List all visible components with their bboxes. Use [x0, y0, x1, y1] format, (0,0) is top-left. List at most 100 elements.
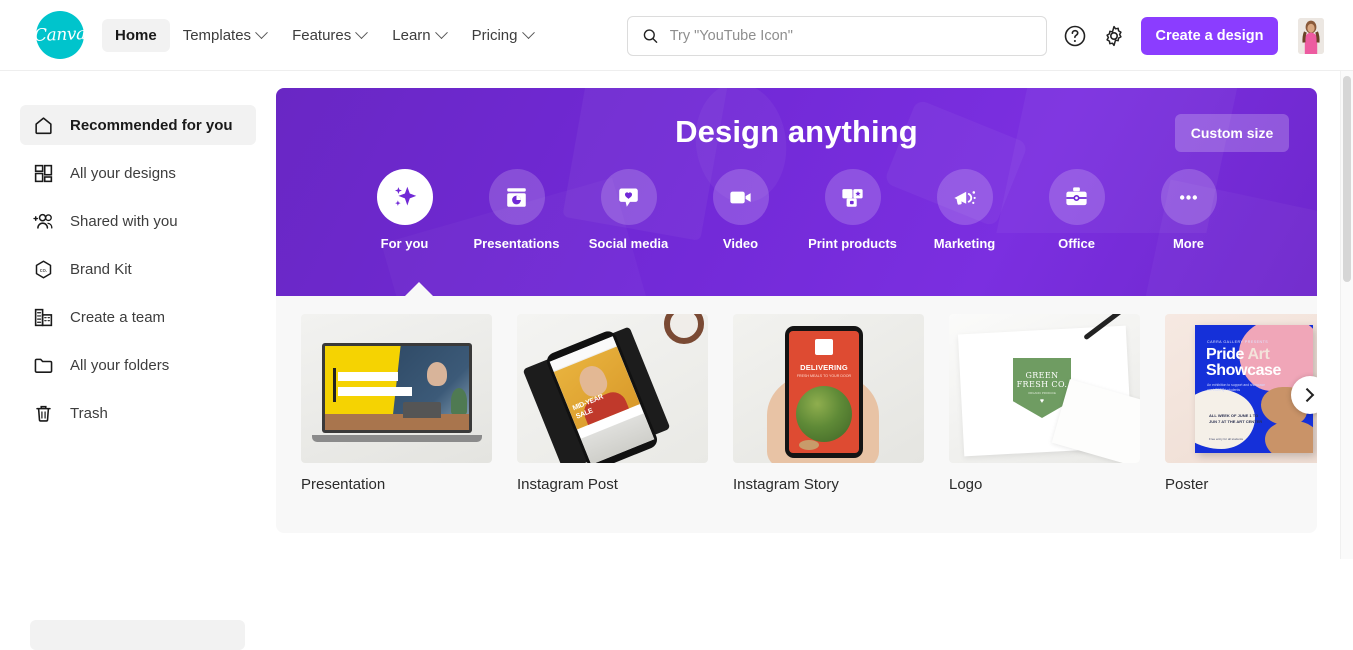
- home-icon: [32, 114, 54, 136]
- nav-item-pricing[interactable]: Pricing: [459, 19, 546, 52]
- laptop-illustration: [322, 343, 472, 433]
- nav-item-templates-label: Templates: [182, 26, 252, 44]
- left-sidebar: Recommended for you All your designs Sha…: [0, 71, 276, 650]
- watch-prop: [664, 314, 704, 344]
- category-tab-label: Presentations: [473, 236, 560, 251]
- sidebar-item-label: Trash: [70, 404, 108, 422]
- category-icon-circle: [600, 169, 657, 225]
- brand-hexagon-icon: co.: [32, 258, 54, 280]
- template-card-label: Presentation: [301, 476, 386, 493]
- canva-logo-text: Canva: [33, 24, 87, 46]
- story-subheadline: FRESH MEALS TO YOUR DOOR: [796, 374, 852, 378]
- sidebar-item-label: All your designs: [70, 164, 176, 182]
- nav-item-learn[interactable]: Learn: [379, 19, 458, 52]
- hero-banner: Design anything Custom size For you Pres…: [276, 88, 1317, 296]
- template-thumbnail: GREEN FRESH CO. ORGANIC PRODUCE ♥: [949, 314, 1140, 463]
- page-scrollbar-thumb[interactable]: [1343, 76, 1351, 282]
- poster-details-secondary: Free entry for all students: [1209, 437, 1244, 441]
- poster-title-word1: Pride: [1206, 346, 1245, 363]
- category-icon-circle: [824, 169, 881, 225]
- sidebar-item-label: All your folders: [70, 356, 170, 374]
- folder-icon: [32, 354, 54, 376]
- custom-size-button[interactable]: Custom size: [1175, 114, 1289, 152]
- template-card-presentation[interactable]: Presentation: [301, 314, 492, 493]
- megaphone-icon: [954, 190, 976, 205]
- template-card-label: Instagram Post: [517, 476, 618, 493]
- sidebar-item-all-your-folders[interactable]: All your folders: [20, 345, 256, 385]
- category-tab-presentations[interactable]: Presentations: [461, 169, 573, 251]
- nav-item-templates[interactable]: Templates: [170, 19, 279, 52]
- sidebar-item-label: Shared with you: [70, 212, 178, 230]
- nav-item-pricing-label: Pricing: [471, 26, 518, 44]
- category-tab-label: Marketing: [933, 236, 996, 251]
- poster-details: ALL WEEK OF JUNE 1 TO JUN 7 AT THE ART C…: [1209, 413, 1263, 425]
- create-a-design-button[interactable]: Create a design: [1141, 17, 1278, 55]
- template-card-label: Logo: [949, 476, 983, 493]
- logo-tagline: ORGANIC PRODUCE: [1028, 391, 1056, 395]
- template-card-logo[interactable]: GREEN FRESH CO. ORGANIC PRODUCE ♥ Logo: [949, 314, 1140, 493]
- logo-text-line1: GREEN: [1025, 371, 1059, 380]
- avatar-image: [1298, 18, 1324, 54]
- chevron-down-icon: [521, 25, 535, 39]
- sidebar-item-create-a-team[interactable]: Create a team: [20, 297, 256, 337]
- category-tab-label: Print products: [808, 236, 897, 251]
- help-circle-icon[interactable]: [1063, 24, 1087, 48]
- ellipsis-icon: [1179, 194, 1198, 200]
- active-tab-pointer: [404, 282, 434, 296]
- nav-item-home[interactable]: Home: [102, 18, 170, 52]
- sidebar-item-label: Brand Kit: [70, 260, 132, 278]
- sidebar-item-shared-with-you[interactable]: Shared with you: [20, 201, 256, 241]
- template-card-instagram-post[interactable]: MID-YEAR SALE Instagram Post: [517, 314, 708, 493]
- template-card-label: Instagram Story: [733, 476, 839, 493]
- presentation-chart-icon: [507, 187, 526, 207]
- template-card-instagram-story[interactable]: DELIVERING FRESH MEALS TO YOUR DOOR Inst…: [733, 314, 924, 493]
- building-icon: [32, 306, 54, 328]
- search-bar[interactable]: [627, 16, 1047, 56]
- chevron-down-icon: [255, 25, 268, 39]
- sidebar-bottom-panel: [30, 620, 245, 650]
- template-card-label: Poster: [1165, 476, 1209, 493]
- briefcase-icon: [1066, 186, 1087, 205]
- chevron-down-icon: [355, 25, 369, 39]
- sparkle-icon: [394, 186, 416, 206]
- nav-item-learn-label: Learn: [392, 26, 431, 44]
- poster-pretitle: CARRA GALLERY PRESENTS: [1207, 340, 1269, 344]
- category-tab-office[interactable]: Office: [1021, 169, 1133, 251]
- gear-icon[interactable]: [1102, 24, 1126, 48]
- category-tab-label: More: [1172, 236, 1205, 251]
- logo-text-line2: FRESH CO.: [1016, 380, 1068, 389]
- category-tab-social-media[interactable]: Social media: [573, 169, 685, 251]
- category-tab-video[interactable]: Video: [685, 169, 797, 251]
- category-tab-label: Video: [722, 236, 759, 251]
- nav-item-features[interactable]: Features: [279, 19, 379, 52]
- main-navigation: Home Templates Features Learn Pricing: [102, 18, 546, 52]
- sidebar-item-recommended-for-you[interactable]: Recommended for you: [20, 105, 256, 145]
- search-input[interactable]: [669, 28, 1032, 44]
- category-tab-print-products[interactable]: Print products: [797, 169, 909, 251]
- sidebar-item-all-your-designs[interactable]: All your designs: [20, 153, 256, 193]
- canva-logo[interactable]: Canva: [33, 11, 87, 59]
- phone-mockup: DELIVERING FRESH MEALS TO YOUR DOOR: [785, 326, 863, 458]
- sidebar-item-trash[interactable]: Trash: [20, 393, 256, 433]
- category-tabs: For you Presentations Social media Video…: [276, 169, 1317, 251]
- sidebar-item-label: Recommended for you: [70, 116, 233, 134]
- poster-title-line1: Pride Art: [1206, 346, 1270, 363]
- user-avatar[interactable]: [1298, 18, 1324, 54]
- print-cards-icon: [842, 188, 863, 207]
- category-icon-circle: [1048, 169, 1105, 225]
- category-tab-marketing[interactable]: Marketing: [909, 169, 1021, 251]
- sidebar-item-brand-kit[interactable]: co. Brand Kit: [20, 249, 256, 289]
- category-tab-for-you[interactable]: For you: [349, 169, 461, 251]
- template-thumbnail: [301, 314, 492, 463]
- story-headline: DELIVERING: [800, 363, 848, 372]
- template-thumbnail: DELIVERING FRESH MEALS TO YOUR DOOR: [733, 314, 924, 463]
- template-cards-row: Presentation MID-YEAR SALE Instagram Pos…: [301, 314, 1317, 493]
- poster-title-line2: Showcase: [1206, 362, 1282, 379]
- category-tab-more[interactable]: More: [1133, 169, 1245, 251]
- main-content-panel: Design anything Custom size For you Pres…: [276, 88, 1317, 533]
- category-icon-circle: [376, 169, 433, 225]
- search-icon: [643, 29, 658, 43]
- category-icon-circle: [936, 169, 993, 225]
- template-thumbnail: MID-YEAR SALE: [517, 314, 708, 463]
- svg-text:co.: co.: [39, 267, 47, 273]
